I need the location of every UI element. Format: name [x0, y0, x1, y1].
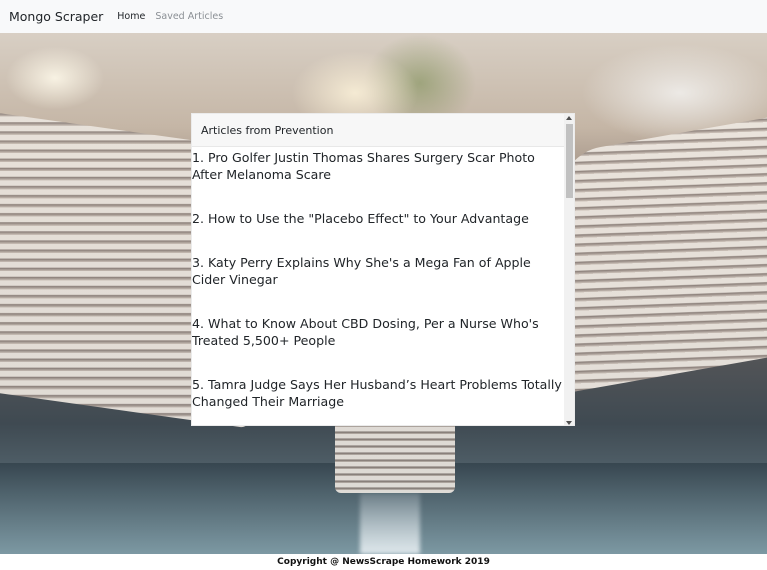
copyright-text: Copyright @ NewsScrape Homework 2019	[277, 557, 490, 567]
article-item[interactable]: 5. Tamra Judge Says Her Husband’s Heart …	[192, 376, 562, 410]
book-pages-right	[560, 111, 767, 395]
footer: Copyright @ NewsScrape Homework 2019	[0, 554, 767, 570]
article-item[interactable]: 3. Katy Perry Explains Why She's a Mega …	[192, 254, 562, 288]
article-list: 1. Pro Golfer Justin Thomas Shares Surge…	[192, 147, 566, 410]
article-item[interactable]: 1. Pro Golfer Justin Thomas Shares Surge…	[192, 149, 562, 183]
articles-card: Articles from Prevention 1. Pro Golfer J…	[191, 113, 575, 426]
scroll-thumb[interactable]	[566, 124, 573, 198]
table-glint	[360, 493, 420, 554]
scroll-up-icon[interactable]	[566, 116, 572, 120]
article-item[interactable]: 2. How to Use the "Placebo Effect" to Yo…	[192, 210, 562, 227]
card-header: Articles from Prevention	[192, 114, 566, 147]
navbar: Mongo Scraper Home Saved Articles	[0, 0, 767, 33]
article-item[interactable]: 4. What to Know About CBD Dosing, Per a …	[192, 315, 562, 349]
nav-link-saved-articles[interactable]: Saved Articles	[155, 11, 223, 22]
nav-link-home[interactable]: Home	[117, 11, 145, 22]
card-scrollbar[interactable]	[564, 114, 574, 425]
scroll-down-icon[interactable]	[566, 421, 572, 425]
brand-link[interactable]: Mongo Scraper	[9, 9, 103, 24]
